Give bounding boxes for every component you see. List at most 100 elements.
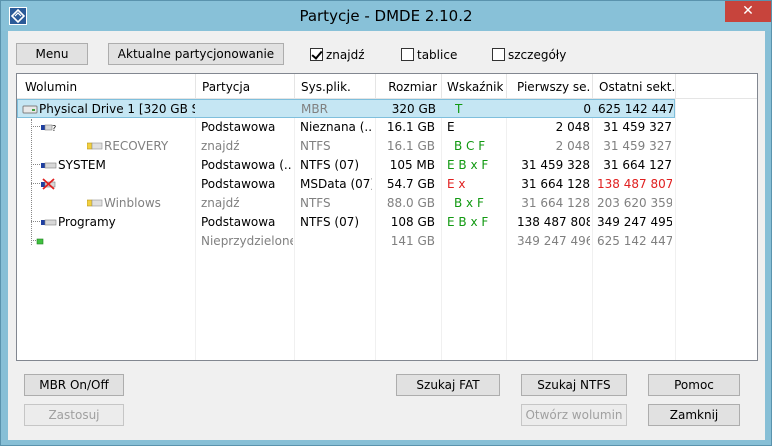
row-partition: znajdź <box>201 196 240 210</box>
col-divider[interactable] <box>506 74 507 99</box>
table-row-physical-drive[interactable]: Physical Drive 1 [320 GB SA... MBR 320 G… <box>17 99 675 118</box>
col-header-size[interactable]: Rozmiar <box>379 80 437 94</box>
row-partition: Podstawowa <box>201 120 276 134</box>
row-partition: Podstawowa (... <box>201 158 291 172</box>
row-volume: Programy <box>58 215 116 229</box>
row-volume: SYSTEM <box>58 158 106 172</box>
table-row[interactable]: Nieprzydzielone 141 GB 349 247 496 625 1… <box>17 232 675 251</box>
table-row[interactable]: RECOVERY znajdź NTFS 16.1 GB B C F 2 048… <box>17 137 675 156</box>
dialog-client-area: Menu Aktualne partycjonowanie znajdź tab… <box>8 31 765 440</box>
row-first-sector: 31 664 128 <box>521 177 590 191</box>
row-last-sector: 349 247 495 <box>597 215 672 229</box>
open-volume-button[interactable]: Otwórz wolumin <box>521 404 627 426</box>
details-checkbox[interactable]: szczegóły <box>492 48 566 64</box>
row-size: 320 GB <box>391 102 436 116</box>
search-ntfs-button[interactable]: Szukaj NTFS <box>521 374 627 396</box>
close-button[interactable]: Zamknij <box>648 404 740 426</box>
row-last-sector: 625 142 447 <box>598 102 673 116</box>
row-partition: Podstawowa <box>201 177 276 191</box>
row-last-sector: 138 487 807 <box>597 177 672 191</box>
row-flags: B x F <box>454 196 484 210</box>
hard-drive-icon <box>22 103 38 115</box>
found-volume-icon <box>87 140 103 152</box>
row-first-sector: 31 664 128 <box>521 196 590 210</box>
row-first-sector: 2 048 <box>555 139 590 153</box>
row-flags: E B x F <box>447 215 489 229</box>
found-volume-icon <box>87 197 103 209</box>
row-flags: T <box>455 102 463 116</box>
row-filesystem: MSData (07) <box>300 177 372 191</box>
found-checkbox-box[interactable] <box>310 48 323 61</box>
unallocated-icon <box>36 235 46 247</box>
row-first-sector: 0 <box>583 102 591 116</box>
unknown-partition-icon: ? <box>41 121 57 133</box>
col-divider[interactable] <box>441 74 442 99</box>
current-partitioning-button[interactable]: Aktualne partycjonowanie <box>108 43 284 65</box>
svg-text:?: ? <box>52 124 56 133</box>
row-size: 54.7 GB <box>386 177 435 191</box>
row-size: 88.0 GB <box>386 196 435 210</box>
apply-button[interactable]: Zastosuj <box>24 404 124 426</box>
row-filesystem: NTFS <box>300 139 331 153</box>
row-first-sector: 138 487 808 <box>517 215 590 229</box>
table-row[interactable]: Winblows znajdź NTFS 88.0 GB B x F 31 66… <box>17 194 675 213</box>
partition-icon <box>41 216 57 228</box>
found-checkbox-label: znajdź <box>326 48 365 62</box>
row-size: 16.1 GB <box>386 139 435 153</box>
row-partition: Podstawowa <box>201 215 276 229</box>
partition-list[interactable]: Wolumin Partycja Sys.plik. Rozmiar Wskaź… <box>16 73 758 361</box>
col-header-volume[interactable]: Wolumin <box>25 80 195 94</box>
col-divider[interactable] <box>294 74 295 99</box>
row-first-sector: 2 048 <box>555 120 590 134</box>
window-title: Partycje - DMDE 2.10.2 <box>299 7 473 25</box>
row-last-sector: 31 664 127 <box>603 158 672 172</box>
row-flags: E x <box>447 177 466 191</box>
close-icon: ✕ <box>742 3 754 19</box>
tables-checkbox-label: tablice <box>417 48 458 62</box>
details-checkbox-label: szczegóły <box>508 48 567 62</box>
close-window-button[interactable]: ✕ <box>725 1 771 22</box>
table-row[interactable]: SYSTEM Podstawowa (... NTFS (07) 105 MB … <box>17 156 675 175</box>
row-size: 108 GB <box>390 215 435 229</box>
row-volume: RECOVERY <box>104 139 169 153</box>
row-size: 105 MB <box>389 158 435 172</box>
help-button[interactable]: Pomoc <box>648 374 740 396</box>
tables-checkbox[interactable]: tablice <box>401 48 457 64</box>
row-last-sector: 625 142 447 <box>597 234 672 248</box>
col-header-filesystem[interactable]: Sys.plik. <box>301 80 371 94</box>
row-partition: znajdź <box>201 139 240 153</box>
found-checkbox[interactable]: znajdź <box>310 48 365 64</box>
row-volume: Physical Drive 1 [320 GB SA... <box>39 102 195 116</box>
col-header-first-sector[interactable]: Pierwszy se... <box>517 80 591 94</box>
row-size: 16.1 GB <box>386 120 435 134</box>
row-flags: E B x F <box>447 158 489 172</box>
row-filesystem: Nieznana (... <box>300 120 372 134</box>
details-checkbox-box[interactable] <box>492 48 505 61</box>
table-row[interactable]: Podstawowa MSData (07) 54.7 GB E x 31 66… <box>17 175 675 194</box>
row-first-sector: 349 247 496 <box>517 234 590 248</box>
menu-button[interactable]: Menu <box>16 43 88 65</box>
row-filesystem: NTFS (07) <box>300 158 360 172</box>
col-divider[interactable] <box>592 74 593 99</box>
row-flags: E <box>447 120 455 134</box>
row-last-sector: 31 459 327 <box>603 139 672 153</box>
col-divider[interactable] <box>675 74 676 99</box>
row-filesystem: MBR <box>301 102 328 116</box>
title-bar[interactable]: Partycje - DMDE 2.10.2 ✕ <box>1 1 771 31</box>
col-divider[interactable] <box>195 74 196 99</box>
col-header-partition[interactable]: Partycja <box>202 80 292 94</box>
table-row[interactable]: Programy Podstawowa NTFS (07) 108 GB E B… <box>17 213 675 232</box>
row-filesystem: NTFS <box>300 196 331 210</box>
search-fat-button[interactable]: Szukaj FAT <box>396 374 500 396</box>
row-size: 141 GB <box>390 234 435 248</box>
mbr-onoff-button[interactable]: MBR On/Off <box>24 374 124 396</box>
col-header-last-sector[interactable]: Ostatni sekt... <box>599 80 675 94</box>
col-header-flags[interactable]: Wskaźniki <box>447 80 503 94</box>
tables-checkbox-box[interactable] <box>401 48 414 61</box>
row-volume: Winblows <box>104 196 161 210</box>
col-grid-line <box>675 99 676 360</box>
col-divider[interactable] <box>375 74 376 99</box>
row-flags: B C F <box>454 139 486 153</box>
table-row[interactable]: ? Podstawowa Nieznana (... 16.1 GB E 2 0… <box>17 118 675 137</box>
row-last-sector: 203 620 359 <box>597 196 672 210</box>
